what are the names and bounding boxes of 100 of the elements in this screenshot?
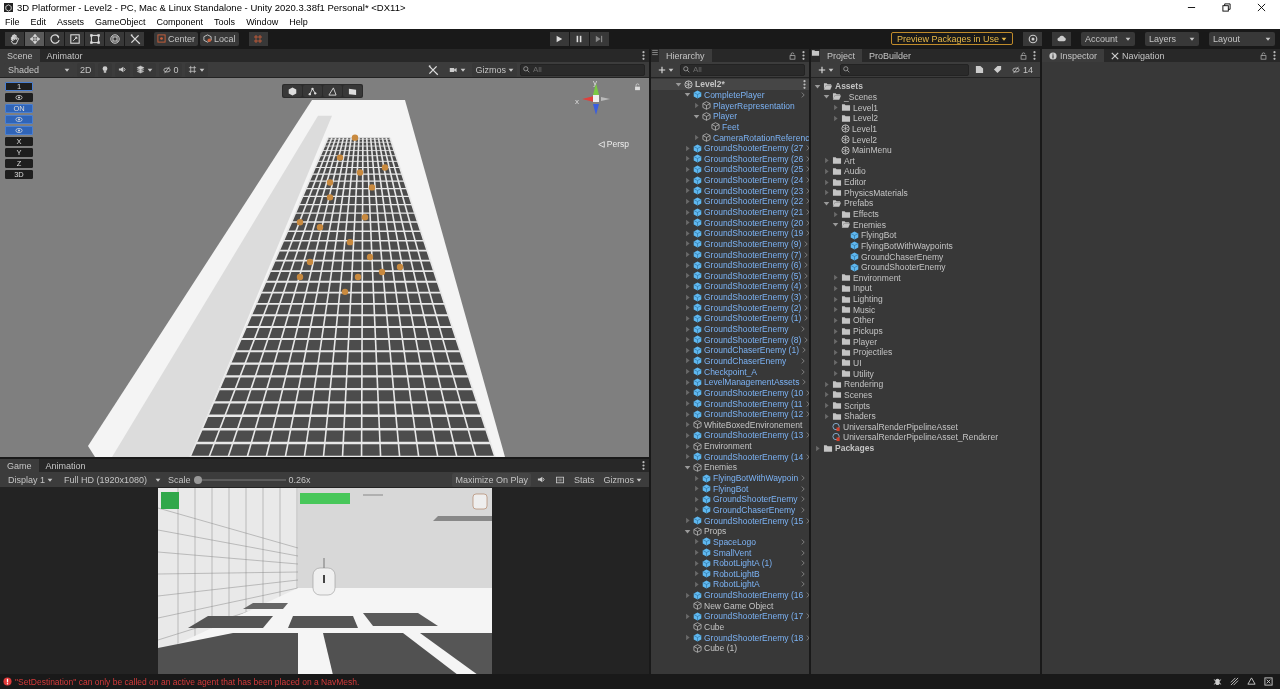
hierarchy-item[interactable]: GroundShooterEnemy (3) — [704, 292, 802, 303]
account-dropdown[interactable]: Account — [1081, 31, 1135, 46]
2d-toggle[interactable]: 2D — [77, 62, 95, 77]
project-item[interactable]: Level2 — [853, 113, 1037, 124]
collapse-arrow-icon[interactable] — [823, 199, 830, 207]
expand-arrow-icon[interactable] — [693, 134, 700, 141]
cloud-button[interactable] — [1052, 31, 1071, 46]
panel-tab[interactable]: Animator — [39, 49, 90, 62]
lighting-toggle[interactable] — [97, 62, 112, 77]
project-item[interactable]: GroundShooterEnemy — [861, 262, 1037, 273]
expand-arrow-icon[interactable] — [693, 549, 700, 556]
project-item[interactable]: FlyingBot — [861, 230, 1037, 241]
hierarchy-item[interactable]: Enemies — [704, 462, 806, 473]
expand-arrow-icon[interactable] — [684, 357, 691, 365]
expand-arrow-icon[interactable] — [684, 176, 691, 184]
expand-arrow-icon[interactable] — [832, 306, 839, 314]
collapse-arrow-icon[interactable] — [832, 221, 839, 229]
expand-arrow-icon[interactable] — [684, 378, 691, 386]
collapse-arrow-icon[interactable] — [693, 112, 700, 120]
expand-arrow-icon[interactable] — [832, 338, 839, 346]
hierarchy-item[interactable]: FlyingBot — [713, 483, 798, 494]
project-item[interactable]: UniversalRenderPipelineAsset_Renderer — [843, 432, 1037, 443]
expand-arrow-icon[interactable] — [832, 316, 839, 324]
expand-arrow-icon[interactable] — [684, 229, 691, 237]
layout-dropdown[interactable]: Layout — [1209, 31, 1275, 46]
expand-arrow-icon[interactable] — [832, 274, 839, 282]
hierarchy-item[interactable]: RobotLightA — [713, 579, 798, 590]
hierarchy-item[interactable]: GroundShooterEnemy (1) — [704, 313, 802, 324]
expand-arrow-icon[interactable] — [832, 285, 839, 292]
preview-packages-button[interactable]: Preview Packages in Use — [890, 32, 1013, 45]
project-item[interactable]: Player — [853, 336, 1037, 347]
expand-arrow-icon[interactable] — [832, 114, 839, 122]
expand-arrow-icon[interactable] — [832, 370, 839, 378]
hierarchy-item[interactable]: GroundShooterEnemy — [704, 324, 798, 335]
project-item[interactable]: Lighting — [853, 294, 1037, 305]
project-item[interactable]: Editor — [844, 177, 1037, 188]
hierarchy-item[interactable]: GroundShooterEnemy (26 — [704, 153, 804, 164]
expand-arrow-icon[interactable] — [814, 444, 821, 452]
expand-arrow-icon[interactable] — [693, 485, 700, 493]
expand-arrow-icon[interactable] — [684, 314, 691, 322]
project-item[interactable]: Utility — [853, 368, 1037, 379]
menu-item[interactable]: Window — [246, 16, 279, 27]
hierarchy-item[interactable]: Checkpoint_A — [704, 366, 798, 377]
expand-arrow-icon[interactable] — [684, 325, 691, 333]
hierarchy-item[interactable]: GroundChaserEnemy — [713, 504, 798, 515]
hierarchy-item[interactable]: GroundShooterEnemy (27 — [704, 143, 804, 154]
expand-arrow-icon[interactable] — [684, 410, 691, 418]
face-tool-button[interactable] — [343, 85, 362, 97]
expand-arrow-icon[interactable] — [693, 102, 700, 110]
collapse-arrow-icon[interactable] — [675, 80, 682, 88]
project-item[interactable]: _Scenes — [844, 91, 1037, 102]
hidden-packages-toggle[interactable]: 14 — [1008, 62, 1036, 77]
project-item[interactable]: Pickups — [853, 326, 1037, 337]
project-item[interactable]: Rendering — [844, 379, 1037, 390]
expand-arrow-icon[interactable] — [684, 421, 691, 429]
hierarchy-item[interactable]: GroundShooterEnemy (5) — [704, 270, 802, 281]
expand-arrow-icon[interactable] — [684, 208, 691, 216]
panel-tab[interactable]: Scene — [0, 49, 40, 62]
project-item[interactable]: MainMenu — [852, 145, 1037, 156]
search-field[interactable] — [840, 63, 969, 76]
hierarchy-item[interactable]: Player — [713, 111, 806, 122]
pause-button[interactable] — [569, 31, 589, 46]
expand-arrow-icon[interactable] — [684, 272, 691, 280]
expand-arrow-icon[interactable] — [684, 517, 691, 525]
expand-arrow-icon[interactable] — [684, 261, 691, 269]
hierarchy-item[interactable]: GroundShooterEnemy (18 — [704, 632, 804, 643]
search-field[interactable]: All — [680, 63, 805, 76]
hierarchy-item[interactable]: GroundShooterEnemy (16 — [704, 590, 804, 601]
expand-arrow-icon[interactable] — [823, 189, 830, 197]
stats-toggle[interactable]: Stats — [570, 472, 598, 487]
expand-arrow-icon[interactable] — [823, 167, 830, 175]
project-item[interactable]: Enemies — [853, 219, 1037, 230]
hierarchy-item[interactable]: RobotLightA (1) — [713, 558, 798, 569]
project-item[interactable]: GroundChaserEnemy — [861, 251, 1037, 262]
layers-dropdown[interactable]: Layers — [1145, 31, 1199, 46]
hierarchy-item[interactable]: GroundShooterEnemy (23 — [704, 185, 804, 196]
hierarchy-item[interactable]: GroundShooterEnemy (15 — [704, 515, 804, 526]
space-button[interactable]: Local — [200, 31, 239, 46]
hierarchy-item[interactable]: Cube (1) — [704, 643, 806, 654]
more-icon[interactable] — [1273, 51, 1276, 60]
project-item[interactable]: Shaders — [844, 411, 1037, 422]
hierarchy-item[interactable]: GroundShooterEnemy (7) — [704, 249, 802, 260]
slider-thumb[interactable] — [193, 475, 202, 484]
tool-button[interactable] — [105, 31, 124, 46]
panel-tab[interactable]: Hierarchy — [659, 49, 712, 62]
project-item[interactable]: Prefabs — [844, 198, 1037, 209]
more-icon[interactable] — [802, 51, 805, 60]
project-item[interactable]: Level2 — [852, 134, 1037, 145]
project-item[interactable]: Art — [844, 155, 1037, 166]
menu-item[interactable]: Assets — [57, 16, 85, 27]
hierarchy-item[interactable]: GroundShooterEnemy (24 — [704, 175, 804, 186]
grid-dropdown[interactable] — [184, 62, 208, 77]
hierarchy-item[interactable]: RobotLightB — [713, 568, 798, 579]
expand-arrow-icon[interactable] — [684, 240, 691, 248]
more-icon[interactable] — [642, 461, 645, 470]
project-item[interactable]: Assets — [835, 81, 1037, 92]
project-item[interactable]: Scripts — [844, 400, 1037, 411]
expand-arrow-icon[interactable] — [684, 400, 691, 408]
expand-arrow-icon[interactable] — [684, 346, 691, 354]
hierarchy-item[interactable]: GroundShooterEnemy (20 — [704, 217, 804, 228]
